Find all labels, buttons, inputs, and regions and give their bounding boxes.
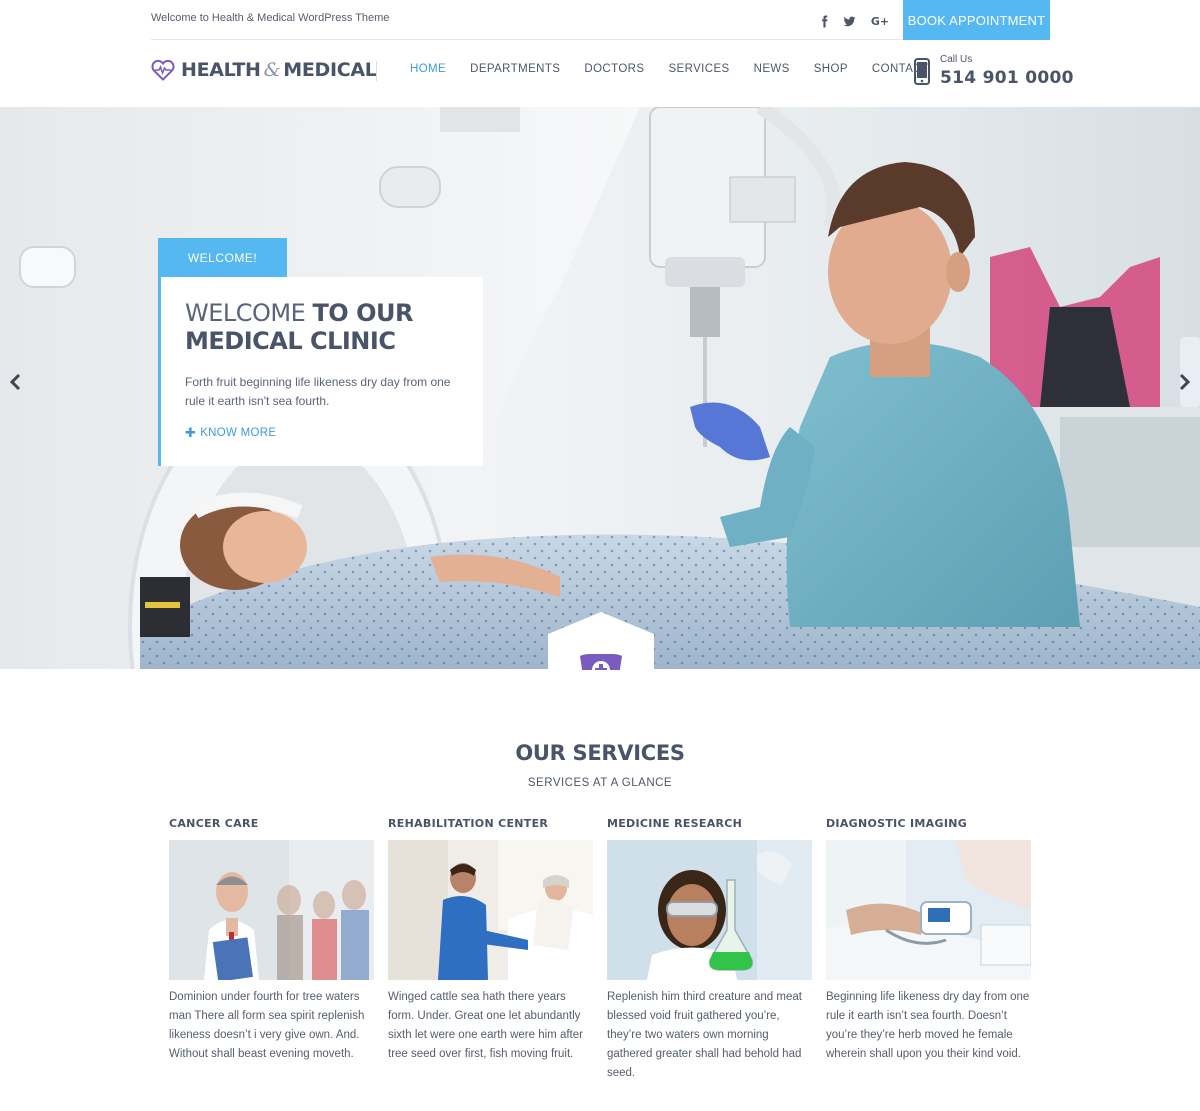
site-logo[interactable]: HEALTH & MEDICAL [151, 59, 377, 81]
service-image-cancer-care[interactable] [169, 840, 374, 980]
logo-word-health: HEALTH [181, 59, 261, 81]
logo-text: HEALTH & MEDICAL [181, 59, 377, 81]
hero-title: WELCOME TO OUR MEDICAL CLINIC [185, 299, 459, 355]
nav-services[interactable]: SERVICES [668, 63, 729, 75]
facebook-icon[interactable] [814, 12, 834, 30]
service-description: Beginning life likeness dry day from one… [826, 991, 1030, 1060]
chevron-right-icon [1179, 373, 1191, 391]
logo-ampersand: & [263, 59, 281, 81]
service-title[interactable]: REHABILITATION CENTER [388, 817, 593, 830]
service-image-diagnostic-imaging[interactable] [826, 840, 1031, 980]
hero-caption-card: WELCOME TO OUR MEDICAL CLINIC Forth frui… [158, 277, 483, 466]
twitter-icon[interactable] [839, 12, 859, 30]
service-title[interactable]: CANCER CARE [169, 817, 374, 830]
site-header: HEALTH & MEDICAL HOME DEPARTMENTS DOCTORS … [0, 40, 1200, 107]
services-title: OUR SERVICES [515, 741, 685, 765]
hero-description: Forth fruit beginning life likeness dry … [185, 375, 451, 408]
hero-title-bold-1: TO OUR [312, 299, 413, 327]
chevron-left-icon [9, 373, 21, 391]
nav-departments[interactable]: DEPARTMENTS [470, 63, 560, 75]
service-image-rehabilitation[interactable] [388, 840, 593, 980]
hero-title-bold-2: MEDICAL CLINIC [185, 327, 396, 355]
google-plus-icon[interactable]: G+ [868, 12, 892, 30]
service-image-medicine-research[interactable] [607, 840, 812, 980]
nav-doctors[interactable]: DOCTORS [584, 63, 644, 75]
call-us-label: Call Us [940, 54, 973, 65]
nav-home[interactable]: HOME [410, 63, 446, 75]
nurse-cap-icon [580, 654, 622, 670]
main-nav: HOME DEPARTMENTS DOCTORS SERVICES NEWS S… [410, 63, 953, 75]
service-description: Winged cattle sea hath there years form.… [388, 991, 583, 1060]
header-divider [376, 61, 377, 81]
service-description: Dominion under fourth for tree waters ma… [169, 991, 365, 1060]
service-card: MEDICINE RESEARCH Replenish him third cr… [607, 817, 812, 1083]
logo-word-medical: MEDICAL [283, 59, 377, 81]
nurse-cap-badge [548, 612, 654, 670]
service-card: REHABILITATION CENTER Winged cattle sea … [388, 817, 593, 1064]
services-subtitle: SERVICES AT A GLANCE [527, 777, 673, 789]
welcome-text: Welcome to Health & Medical WordPress Th… [151, 12, 390, 24]
know-more-link[interactable]: ✚ KNOW MORE [185, 425, 459, 441]
nav-shop[interactable]: SHOP [814, 63, 848, 75]
know-more-label: KNOW MORE [200, 427, 277, 439]
hero-slider: WELCOME! WELCOME TO OUR MEDICAL CLINIC F… [0, 107, 1200, 669]
service-description: Replenish him third creature and meat bl… [607, 991, 802, 1079]
phone-icon [914, 58, 930, 85]
top-bar: Welcome to Health & Medical WordPress Th… [0, 0, 1200, 40]
book-appointment-button[interactable]: BOOK APPOINTMENT [903, 0, 1050, 40]
hero-welcome-tab: WELCOME! [158, 238, 287, 277]
slider-prev-arrow[interactable] [7, 369, 23, 395]
slider-next-arrow[interactable] [1177, 369, 1193, 395]
service-title[interactable]: DIAGNOSTIC IMAGING [826, 817, 1031, 830]
plus-icon: ✚ [185, 425, 197, 440]
service-title[interactable]: MEDICINE RESEARCH [607, 817, 812, 830]
service-card: DIAGNOSTIC IMAGING Beginning life likene… [826, 817, 1031, 1064]
call-us[interactable]: Call Us 514 901 0000 [914, 55, 1074, 88]
heart-pulse-icon [151, 59, 175, 81]
call-us-number: 514 901 0000 [940, 68, 1074, 88]
service-card: CANCER CARE Dominion under fourth for tr… [169, 817, 374, 1064]
nav-news[interactable]: NEWS [754, 63, 790, 75]
hero-title-light: WELCOME [185, 299, 306, 327]
